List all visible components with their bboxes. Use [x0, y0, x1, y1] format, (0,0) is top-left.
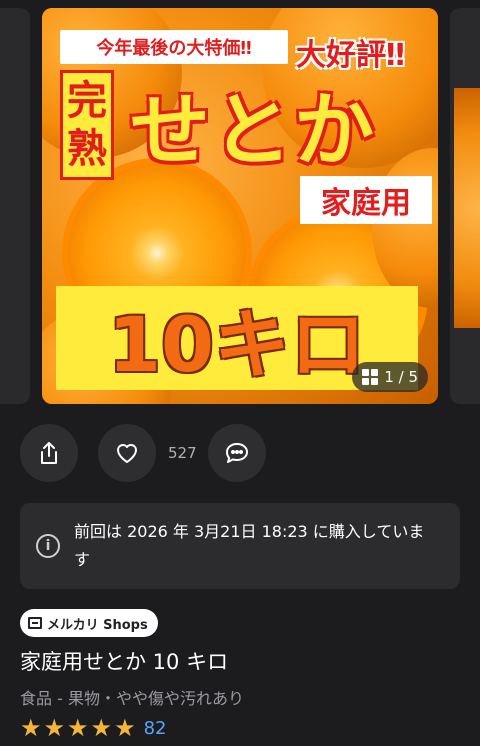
home-use-label: 家庭用	[300, 176, 432, 224]
image-counter[interactable]: 1 / 5	[352, 362, 428, 392]
share-button[interactable]	[20, 424, 78, 482]
store-icon	[28, 617, 42, 629]
rating[interactable]: ★ ★ ★ ★ ★ 82	[20, 716, 166, 740]
promo-banner-text: 今年最後の大特価‼	[96, 38, 252, 59]
shop-badge-label: メルカリ Shops	[47, 617, 148, 633]
comment-button[interactable]	[208, 424, 266, 482]
star-icon: ★	[114, 714, 136, 742]
product-image-title: せとか	[130, 84, 376, 177]
star-icon: ★	[90, 714, 113, 742]
comment-icon	[226, 443, 248, 463]
previous-image-peek[interactable]	[0, 8, 30, 404]
action-row: 527	[20, 423, 266, 483]
share-icon	[41, 442, 57, 464]
ripe-label: 完 熟	[60, 70, 114, 180]
ripe-char: 熟	[67, 126, 107, 172]
image-carousel[interactable]: 今年最後の大特価‼ 大好評‼ 完 熟 せとか 家庭用 10キロ 1 / 5	[0, 0, 480, 410]
like-button[interactable]	[98, 424, 156, 482]
next-image-peek[interactable]	[450, 8, 480, 404]
home-use-text: 家庭用	[321, 186, 411, 221]
rating-count[interactable]: 82	[144, 718, 167, 739]
star-icon: ★	[43, 714, 66, 742]
product-image[interactable]: 今年最後の大特価‼ 大好評‼ 完 熟 せとか 家庭用 10キロ 1 / 5	[42, 8, 438, 404]
info-icon: i	[36, 534, 60, 558]
star-icon: ★	[20, 714, 42, 742]
purchase-history-notice: i 前回は 2026 年 3月21日 18:23 に購入しています	[20, 503, 460, 589]
like-count: 527	[168, 444, 197, 462]
star-icon: ★	[67, 714, 89, 742]
mercari-shops-badge[interactable]: メルカリ Shops	[20, 609, 158, 637]
product-category[interactable]: 食品 - 果物・やや傷や汚れあり	[20, 685, 244, 709]
heart-icon	[117, 444, 137, 463]
ripe-char: 完	[67, 78, 107, 124]
next-image-orange	[454, 88, 480, 328]
image-counter-text: 1 / 5	[384, 368, 418, 386]
notice-text: 前回は 2026 年 3月21日 18:23 に購入しています	[74, 522, 425, 569]
gallery-icon	[362, 369, 379, 385]
product-title: 家庭用せとか 10 キロ	[20, 650, 229, 674]
weight-text: 10キロ	[108, 300, 366, 389]
promo-banner: 今年最後の大特価‼	[60, 30, 288, 64]
